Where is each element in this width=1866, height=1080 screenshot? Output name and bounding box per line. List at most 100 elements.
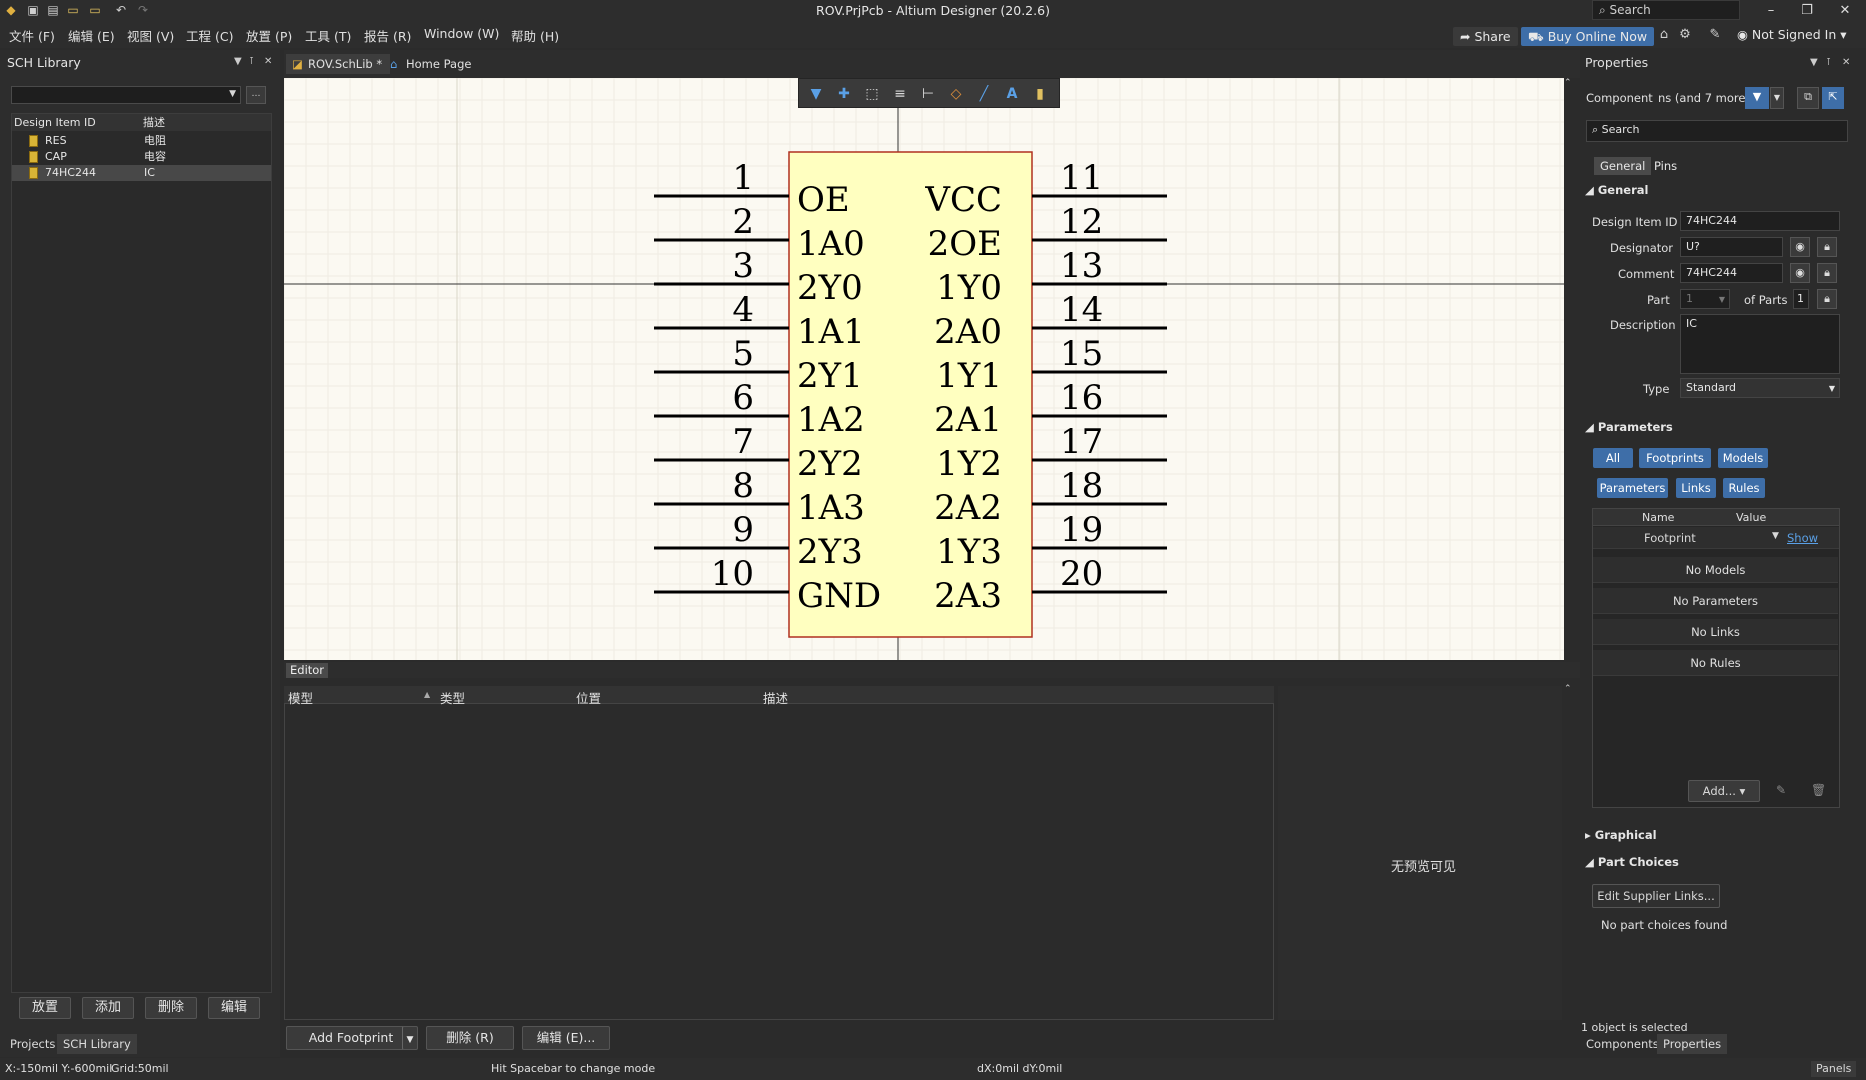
component-symbol[interactable]: 1 OE 2 1A0 3 2Y0 4 1A1 5 2Y1 6 1A2 7 2Y2 8 1A3 9 2Y3 10 GND… [284,78,1564,660]
show-link[interactable]: Show [1787,531,1818,545]
place-text-icon[interactable]: A [1003,85,1021,103]
share-button[interactable]: ➦ Share [1453,27,1518,46]
part-select[interactable]: 1 ▼ [1680,289,1730,309]
menu-window[interactable]: Window (W) [424,26,499,41]
column-header-description[interactable]: 描述 [763,688,788,707]
tab-sch-library[interactable]: SCH Library [57,1034,137,1054]
edit-pencil-icon[interactable]: ✎ [1776,783,1786,797]
filter-icon[interactable]: ▼ [1745,87,1769,109]
column-header-type[interactable]: 类型 [440,688,465,707]
section-parameters[interactable]: ◢ Parameters [1585,420,1673,434]
menu-place[interactable]: 放置 (P) [246,26,292,45]
place-pin-icon[interactable]: ⊢ [919,85,937,103]
browse-button[interactable]: … [246,86,266,104]
move-icon[interactable]: ✚ [835,85,853,103]
collapse-up-icon[interactable]: ⌃ [1564,78,1572,88]
menu-edit[interactable]: 编辑 (E) [68,26,115,45]
comment-field[interactable]: 74HC244 [1680,263,1783,283]
section-general[interactable]: ◢ General [1585,183,1648,197]
add-parameter-button[interactable]: Add... ▾ [1688,780,1760,802]
column-header-location[interactable]: 位置 [576,688,601,707]
filter-all-chip[interactable]: All [1593,448,1633,468]
close-window-button[interactable]: ✕ [1826,0,1864,22]
align-icon[interactable]: ≡ [891,85,909,103]
section-graphical[interactable]: ▸ Graphical [1585,828,1657,842]
panel-menu-icon[interactable]: ▼ [234,56,242,67]
notifications-icon[interactable]: ✎ [1708,28,1722,42]
maximize-button[interactable]: ❐ [1788,0,1826,22]
add-footprint-dropdown[interactable]: ▼ [402,1026,418,1050]
list-item-res[interactable]: RES 电阻 [12,133,271,149]
filter-models-chip[interactable]: Models [1718,448,1768,468]
design-item-id-field[interactable]: 74HC244 [1680,211,1840,231]
filter-parameters-chip[interactable]: Parameters [1597,478,1668,498]
place-button[interactable]: 放置 [19,997,71,1019]
global-search-input[interactable]: ⌕ Search [1592,0,1740,20]
column-header-description[interactable]: 描述 [141,114,271,131]
schematic-canvas[interactable]: 1 OE 2 1A0 3 2Y0 4 1A1 5 2Y1 6 1A2 7 2Y2 8 1A3 9 2Y3 10 GND… [284,78,1564,660]
tab-projects[interactable]: Projects [4,1034,61,1054]
menu-reports[interactable]: 报告 (R) [364,26,411,45]
user-account-button[interactable]: ◉ Not Signed In ▾ [1737,27,1847,42]
filter-rules-chip[interactable]: Rules [1723,478,1765,498]
panel-menu-icon[interactable]: ▼ [1810,57,1818,68]
column-header-value[interactable]: Value [1736,511,1766,524]
buy-online-button[interactable]: ⛟ Buy Online Now [1521,27,1655,46]
edit-supplier-links-button[interactable]: Edit Supplier Links... [1592,884,1720,908]
chevron-down-icon[interactable]: ▼ [1772,531,1779,541]
edit-button[interactable]: 编辑 [208,997,260,1019]
add-footprint-button[interactable]: Add Footprint [286,1026,416,1050]
designator-field[interactable]: U? [1680,237,1783,257]
tab-components[interactable]: Components [1580,1034,1665,1054]
list-item-cap[interactable]: CAP 电容 [12,149,271,165]
section-part-choices[interactable]: ◢ Part Choices [1585,855,1679,869]
tab-pins[interactable]: Pins [1648,157,1683,175]
menu-view[interactable]: 视图 (V) [127,26,174,45]
pin-icon[interactable]: ⊺ [249,56,254,67]
place-line-icon[interactable]: ╱ [975,85,993,103]
lock-icon[interactable]: 🔒︎ [1817,237,1837,257]
menu-file[interactable]: 文件 (F) [9,26,55,45]
tab-home-page[interactable]: ⌂ Home Page [384,54,479,74]
panels-button[interactable]: Panels [1811,1061,1857,1077]
list-item-74hc244[interactable]: 74HC244 IC [12,165,271,181]
delete-button[interactable]: 删除 [145,997,197,1019]
add-button[interactable]: 添加 [82,997,134,1019]
footprint-row[interactable]: Footprint ▼ Show [1593,527,1839,549]
visibility-eye-icon[interactable]: ◉ [1790,237,1810,257]
place-shape-icon[interactable]: ◇ [947,85,965,103]
filter-links-chip[interactable]: Links [1676,478,1716,498]
type-select[interactable]: Standard ▼ [1680,378,1840,398]
tab-editor[interactable]: Editor [286,663,329,678]
settings-gear-icon[interactable]: ⚙ [1678,28,1692,42]
tab-properties[interactable]: Properties [1657,1034,1728,1054]
place-part-icon[interactable]: ▮ [1031,85,1049,103]
home-icon[interactable]: ⌂ [1657,28,1671,42]
tab-rov-schlib[interactable]: ◪ ROV.SchLib * [286,54,391,74]
filter-footprints-chip[interactable]: Footprints [1639,448,1711,468]
edit-model-button[interactable]: 编辑 (E)... [522,1026,610,1050]
tab-general[interactable]: General [1594,157,1652,175]
filter-dropdown-icon[interactable]: ▼ [1770,87,1784,109]
menu-help[interactable]: 帮助 (H) [511,26,559,45]
column-header-model[interactable]: 模型 [288,688,313,707]
lock-icon[interactable]: 🔒︎ [1817,263,1837,283]
menu-project[interactable]: 工程 (C) [186,26,233,45]
menu-tools[interactable]: 工具 (T) [305,26,351,45]
minimize-button[interactable]: – [1752,0,1790,22]
description-field[interactable]: IC [1680,314,1840,374]
close-panel-icon[interactable]: ✕ [264,56,272,67]
copy-icon[interactable]: ⧉ [1797,87,1819,109]
column-header-name[interactable]: Name [1642,511,1674,524]
visibility-eye-icon[interactable]: ◉ [1790,263,1810,283]
pin-icon[interactable]: ⊺ [1826,57,1831,68]
delete-model-button[interactable]: 删除 (R) [426,1026,514,1050]
properties-search-input[interactable]: ⌕ Search [1586,120,1848,142]
library-filter-combo[interactable]: ▼ [11,86,241,104]
lock-icon[interactable]: 🔒︎ [1817,289,1837,309]
select-mode-icon[interactable]: ⇱ [1822,87,1844,109]
collapse-up-icon[interactable]: ⌃ [1564,684,1572,694]
trash-icon[interactable]: 🗑︎ [1811,783,1826,797]
column-header-design-item-id[interactable]: Design Item ID [12,114,141,131]
filter-icon[interactable]: ▼ [807,85,825,103]
